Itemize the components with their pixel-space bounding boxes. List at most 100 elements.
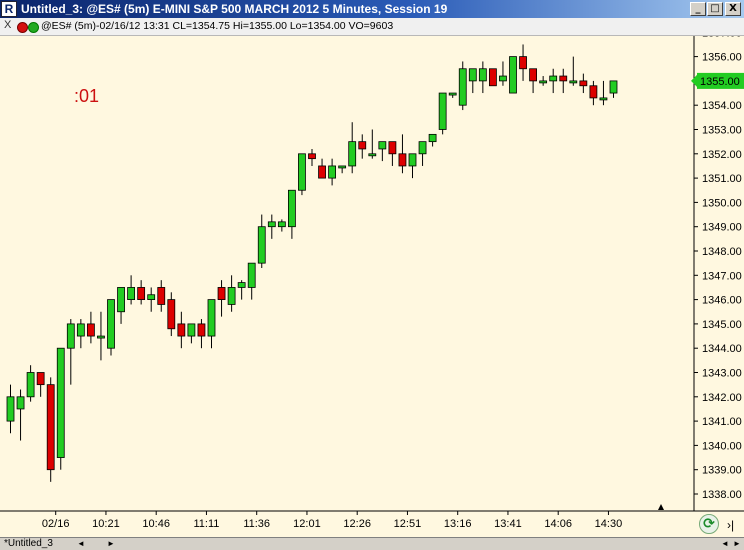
candle-body-down: [87, 323, 95, 337]
candle-body-up: [277, 221, 286, 228]
status-red-icon[interactable]: [17, 22, 28, 33]
candle-body-down: [579, 80, 588, 87]
x-tick-label: 14:30: [595, 518, 623, 530]
plot-background: [0, 36, 744, 536]
candle-body-up: [56, 347, 65, 458]
candle-body-down: [589, 85, 598, 99]
candle-body-down: [398, 153, 407, 167]
window-title: Untitled_3: @ES# (5m) E-MINI S&P 500 MAR…: [21, 2, 448, 16]
candle-body-up: [26, 372, 35, 398]
candle-body-up: [76, 323, 85, 337]
y-tick-label: 1345.00: [702, 319, 742, 331]
x-tick-label: 12:01: [293, 518, 321, 530]
candle: [56, 347, 65, 470]
candle-body-up: [227, 287, 236, 305]
candle-body-up: [247, 262, 256, 288]
candle: [107, 299, 115, 356]
bottom-tab-bar: *Untitled_3 ◄ ► ◄ ►: [0, 537, 744, 550]
candle-body-up: [599, 97, 608, 101]
x-tick-label: 11:11: [193, 518, 219, 530]
y-tick-label: 1353.00: [702, 125, 742, 137]
refresh-icon[interactable]: ⟳: [699, 514, 719, 534]
y-tick-label: 1346.00: [702, 295, 742, 307]
scroll-right-icon[interactable]: ›|: [727, 518, 734, 532]
maximize-button[interactable]: □: [707, 2, 723, 16]
candle-body-down: [167, 299, 176, 330]
candle-body-up: [107, 299, 115, 349]
candle-body-down: [529, 68, 537, 82]
candle-body-down: [217, 287, 226, 300]
close-button[interactable]: X: [725, 2, 741, 16]
chart-info-bar: X @ES# (5m)-02/16/12 13:31 CL=1354.75 Hi…: [0, 18, 744, 36]
y-tick-label: 1352.00: [702, 149, 742, 161]
candle-body-down: [358, 141, 367, 150]
candle-body-up: [368, 153, 377, 157]
candle-body-up: [127, 287, 135, 300]
candle-body-up: [539, 80, 548, 84]
y-tick-label: 1350.00: [702, 197, 742, 209]
y-tick-label: 1344.00: [702, 343, 742, 355]
scroll-left-arrow-icon[interactable]: ◄: [76, 539, 86, 549]
x-tick-label: 13:41: [494, 518, 522, 530]
candle-body-up: [287, 189, 296, 228]
candle-body-up: [328, 165, 337, 179]
symbol-info-text: @ES# (5m)-02/16/12 13:31 CL=1354.75 Hi=1…: [41, 20, 394, 32]
candle-body-up: [509, 56, 517, 94]
candle-body-up: [408, 153, 417, 167]
worksheet-tab[interactable]: *Untitled_3: [4, 538, 53, 549]
x-tick-label: 02/16: [42, 518, 70, 530]
x-tick-label: 12:51: [394, 518, 422, 530]
tab-scroll-right-icon[interactable]: ►: [732, 539, 742, 549]
x-tick-label: 13:16: [444, 518, 472, 530]
candle: [488, 68, 497, 87]
candle-body-up: [147, 294, 156, 300]
minimize-button[interactable]: _: [690, 2, 706, 16]
candle-body-up: [117, 287, 125, 313]
candle-body-up: [338, 165, 347, 169]
candle-body-down: [197, 323, 206, 337]
candle-body-up: [478, 68, 487, 82]
candle-body-up: [97, 335, 105, 339]
candle-body-up: [378, 141, 387, 150]
y-tick-label: 1349.00: [702, 222, 742, 234]
candle-body-down: [137, 287, 146, 300]
candle-body-down: [318, 165, 326, 179]
candle-body-up: [298, 153, 306, 191]
candle-body-up: [468, 68, 477, 82]
candle-body-up: [428, 133, 437, 143]
candle-body-down: [177, 323, 186, 337]
candle-body-up: [418, 141, 427, 155]
y-tick-label: 1354.00: [702, 100, 742, 112]
app-icon: R: [1, 1, 17, 17]
candle-body-up: [237, 282, 246, 288]
candle-body-up: [448, 92, 457, 96]
last-price-label: 1355.00: [700, 76, 740, 88]
candle-body-down: [388, 141, 397, 155]
y-tick-label: 1342.00: [702, 392, 742, 404]
candle-body-up: [187, 323, 196, 337]
status-green-icon[interactable]: [28, 22, 39, 33]
y-tick-label: 1338.00: [702, 489, 742, 501]
candle-body-down: [308, 153, 316, 160]
y-tick-label: 1341.00: [702, 416, 742, 428]
time-annotation: :01: [74, 86, 99, 106]
candle-body-up: [609, 80, 618, 94]
candle-body-down: [519, 56, 527, 70]
x-tick-label: 11:36: [243, 518, 270, 530]
candle: [46, 377, 55, 482]
candle-body-up: [257, 226, 266, 264]
tab-scroll-left-icon[interactable]: ◄: [720, 539, 730, 549]
candle: [298, 153, 306, 196]
candlestick-chart[interactable]: 1338.00 1339.00 1340.00 1341.00 1342.00 1343.…: [0, 36, 744, 536]
x-tick-label: 12:26: [343, 518, 371, 530]
candle-body-down: [46, 384, 55, 471]
candle-body-down: [157, 287, 166, 305]
scroll-right-arrow-icon[interactable]: ►: [106, 539, 116, 549]
candle: [509, 56, 517, 94]
y-tick-label: 1343.00: [702, 368, 742, 380]
close-chart-icon[interactable]: X: [4, 19, 11, 31]
title-bar: R Untitled_3: @ES# (5m) E-MINI S&P 500 M…: [0, 0, 744, 18]
y-tick-label: 1339.00: [702, 465, 742, 477]
candle-body-down: [36, 372, 45, 386]
candle-body-up: [66, 323, 75, 349]
